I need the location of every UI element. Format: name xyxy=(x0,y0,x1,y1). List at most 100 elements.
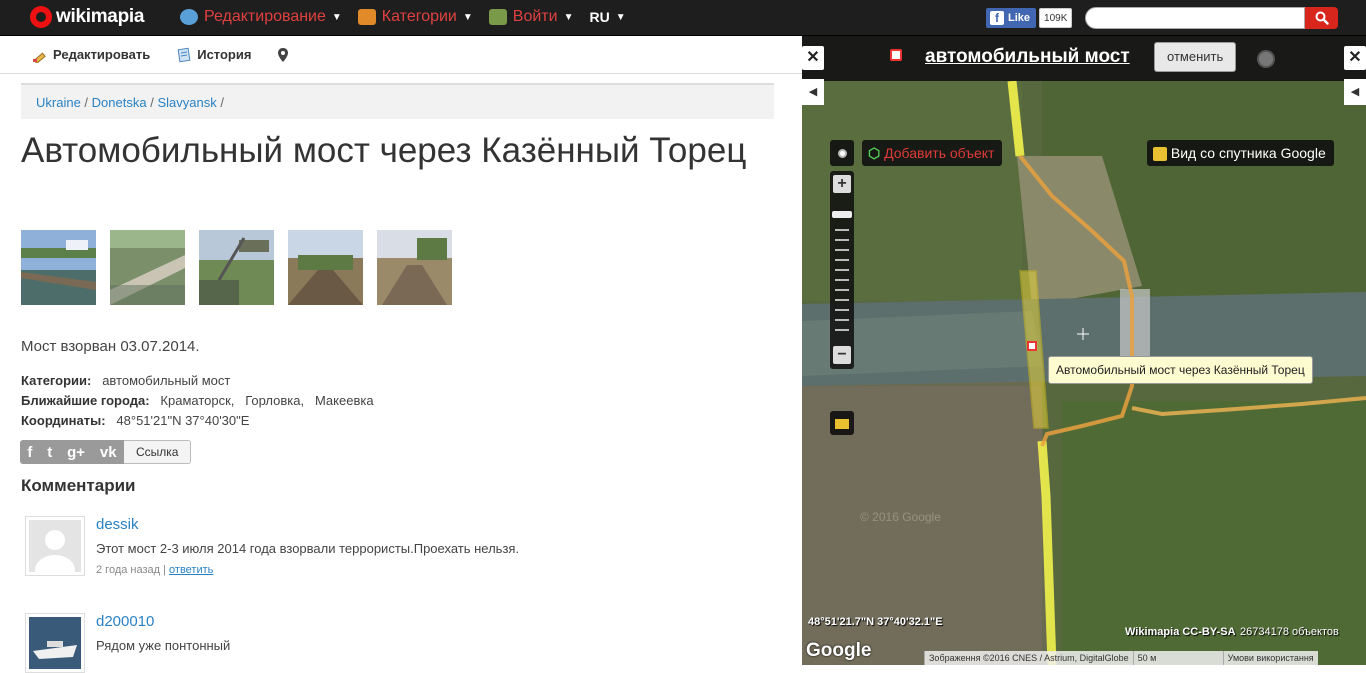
nav-categories-label: Категории xyxy=(381,8,457,25)
map-watermark: © 2016 Google xyxy=(860,510,941,524)
ruler-button[interactable] xyxy=(830,411,854,435)
boat-avatar-icon xyxy=(29,617,81,669)
comment-author[interactable]: d200010 xyxy=(96,613,154,630)
brand-name: wikimapia xyxy=(56,6,145,27)
edit-button[interactable]: Редактировать xyxy=(32,47,150,63)
breadcrumb-link-country[interactable]: Ukraine xyxy=(36,95,81,110)
location-dot-icon xyxy=(837,149,847,158)
nav-categories-menu[interactable]: Категории ▼ xyxy=(357,8,473,26)
zoom-tick xyxy=(835,329,849,331)
chevron-down-icon: ▼ xyxy=(615,11,626,23)
language-label: RU xyxy=(589,9,610,25)
photo-thumbnail[interactable] xyxy=(110,230,185,305)
bridge-photo-3 xyxy=(199,230,274,305)
top-bar: wikimapia Редактирование ▼ Категории ▼ В… xyxy=(0,0,1366,36)
share-bar: f t g+ vk Ссылка xyxy=(20,440,192,464)
chevron-down-icon: ▼ xyxy=(563,11,574,23)
satellite-imagery xyxy=(802,36,1366,665)
show-on-map-button[interactable] xyxy=(277,47,289,63)
location-button[interactable] xyxy=(830,140,854,166)
cursor-coordinates: 48°51'21.7"N 37°40'32.1"E xyxy=(808,616,943,628)
zoom-tick xyxy=(835,239,849,241)
vk-share-icon[interactable]: vk xyxy=(100,444,117,461)
language-menu[interactable]: RU ▼ xyxy=(589,9,625,25)
categories-value[interactable]: автомобильный мост xyxy=(102,373,230,388)
zoom-slider-handle[interactable] xyxy=(832,211,852,218)
satellite-layer-icon xyxy=(1153,147,1167,162)
chevron-down-icon: ▼ xyxy=(462,11,473,23)
globe-icon[interactable] xyxy=(1257,50,1275,68)
nav-edit-menu[interactable]: Редактирование ▼ xyxy=(180,8,342,26)
categories-icon xyxy=(357,9,376,25)
cancel-button[interactable]: отменить xyxy=(1154,42,1237,72)
default-avatar-icon xyxy=(29,520,81,572)
map-footer: Зображення ©2016 CNES / Astrium, Digital… xyxy=(924,651,1318,665)
coordinates-row: Координаты: 48°51'21"N 37°40'30"E xyxy=(21,411,374,431)
nav-edit-label: Редактирование xyxy=(204,8,326,25)
terms-link[interactable]: Умови використання xyxy=(1222,651,1318,665)
photo-thumbnail[interactable] xyxy=(21,230,96,305)
breadcrumb-link-region[interactable]: Donetska xyxy=(92,95,147,110)
history-icon xyxy=(177,47,191,62)
satellite-map[interactable]: © 2016 Google ✕ автомобильный мост отмен… xyxy=(802,36,1366,665)
zoom-tick xyxy=(835,269,849,271)
map-attribution[interactable]: Wikimapia CC-BY-SA xyxy=(1125,626,1236,638)
facebook-like-button[interactable]: f Like xyxy=(986,8,1037,28)
avatar[interactable] xyxy=(25,516,85,576)
facebook-share-icon[interactable]: f xyxy=(27,444,32,461)
zoom-out-button[interactable]: − xyxy=(833,346,851,364)
bridge-photo-5 xyxy=(377,230,452,305)
satellite-view-label: Вид со спутника Google xyxy=(1170,145,1326,161)
map-scale: 50 м xyxy=(1132,651,1223,665)
search-button[interactable] xyxy=(1305,7,1338,29)
photo-thumbnail[interactable] xyxy=(199,230,274,305)
map-header: ✕ автомобильный мост отменить ✕ xyxy=(802,36,1366,81)
breadcrumb-link-city[interactable]: Slavyansk xyxy=(157,95,216,110)
wikimapia-logo[interactable]: wikimapia xyxy=(30,6,144,28)
google-plus-share-icon[interactable]: g+ xyxy=(67,444,85,461)
coordinates-label: Координаты: xyxy=(21,413,106,428)
zoom-tick xyxy=(835,259,849,261)
twitter-share-icon[interactable]: t xyxy=(47,444,52,461)
photo-gallery xyxy=(21,230,452,305)
avatar[interactable] xyxy=(25,613,85,673)
chevron-down-icon: ▼ xyxy=(331,11,342,23)
coordinates-value: 48°51'21"N 37°40'30"E xyxy=(116,413,250,428)
comment-meta: 2 года назад | ответить xyxy=(96,564,214,576)
share-icons: f t g+ vk xyxy=(20,440,124,464)
satellite-view-button[interactable]: Вид со спутника Google xyxy=(1147,140,1334,166)
map-object-title[interactable]: автомобильный мост xyxy=(925,46,1130,68)
collapse-left-arrow-icon[interactable]: ◀ xyxy=(802,79,824,105)
photo-thumbnail[interactable] xyxy=(377,230,452,305)
zoom-tick xyxy=(835,229,849,231)
breadcrumb-separator: / xyxy=(150,95,154,110)
nearby-cities-value[interactable]: Краматорск, Горловка, Макеевка xyxy=(160,393,373,408)
history-button[interactable]: История xyxy=(176,47,251,63)
collapse-right-arrow-icon[interactable]: ◀ xyxy=(1344,79,1366,105)
google-logo: Google xyxy=(806,640,872,661)
comment-author[interactable]: dessik xyxy=(96,516,139,533)
add-object-label: Добавить объект xyxy=(884,145,995,161)
facebook-like: f Like 109K xyxy=(986,8,1073,28)
search-input[interactable] xyxy=(1085,7,1305,29)
add-object-icon: ⬡ xyxy=(868,145,881,161)
close-left-button[interactable]: ✕ xyxy=(802,46,824,70)
comments-heading: Комментарии xyxy=(21,476,136,495)
share-link-button[interactable]: Ссылка xyxy=(124,440,192,464)
bridge-photo-4 xyxy=(288,230,363,305)
reply-link[interactable]: ответить xyxy=(169,564,213,576)
breadcrumb-separator: / xyxy=(220,95,224,110)
map-object-tooltip: Автомобильный мост через Казённый Торец xyxy=(1048,356,1313,384)
photo-thumbnail[interactable] xyxy=(288,230,363,305)
add-object-button[interactable]: ⬡ Добавить объект xyxy=(862,140,1003,166)
close-right-button[interactable]: ✕ xyxy=(1344,46,1366,70)
globe-edit-icon xyxy=(180,9,198,25)
nav-login-menu[interactable]: Войти ▼ xyxy=(488,8,574,26)
comment-age: 2 года назад xyxy=(96,564,161,576)
pencil-icon xyxy=(33,52,46,63)
bridge-photo-2 xyxy=(110,230,185,305)
zoom-control: + − xyxy=(830,171,854,369)
login-icon xyxy=(488,9,507,25)
zoom-tick xyxy=(835,249,849,251)
zoom-in-button[interactable]: + xyxy=(833,175,851,193)
